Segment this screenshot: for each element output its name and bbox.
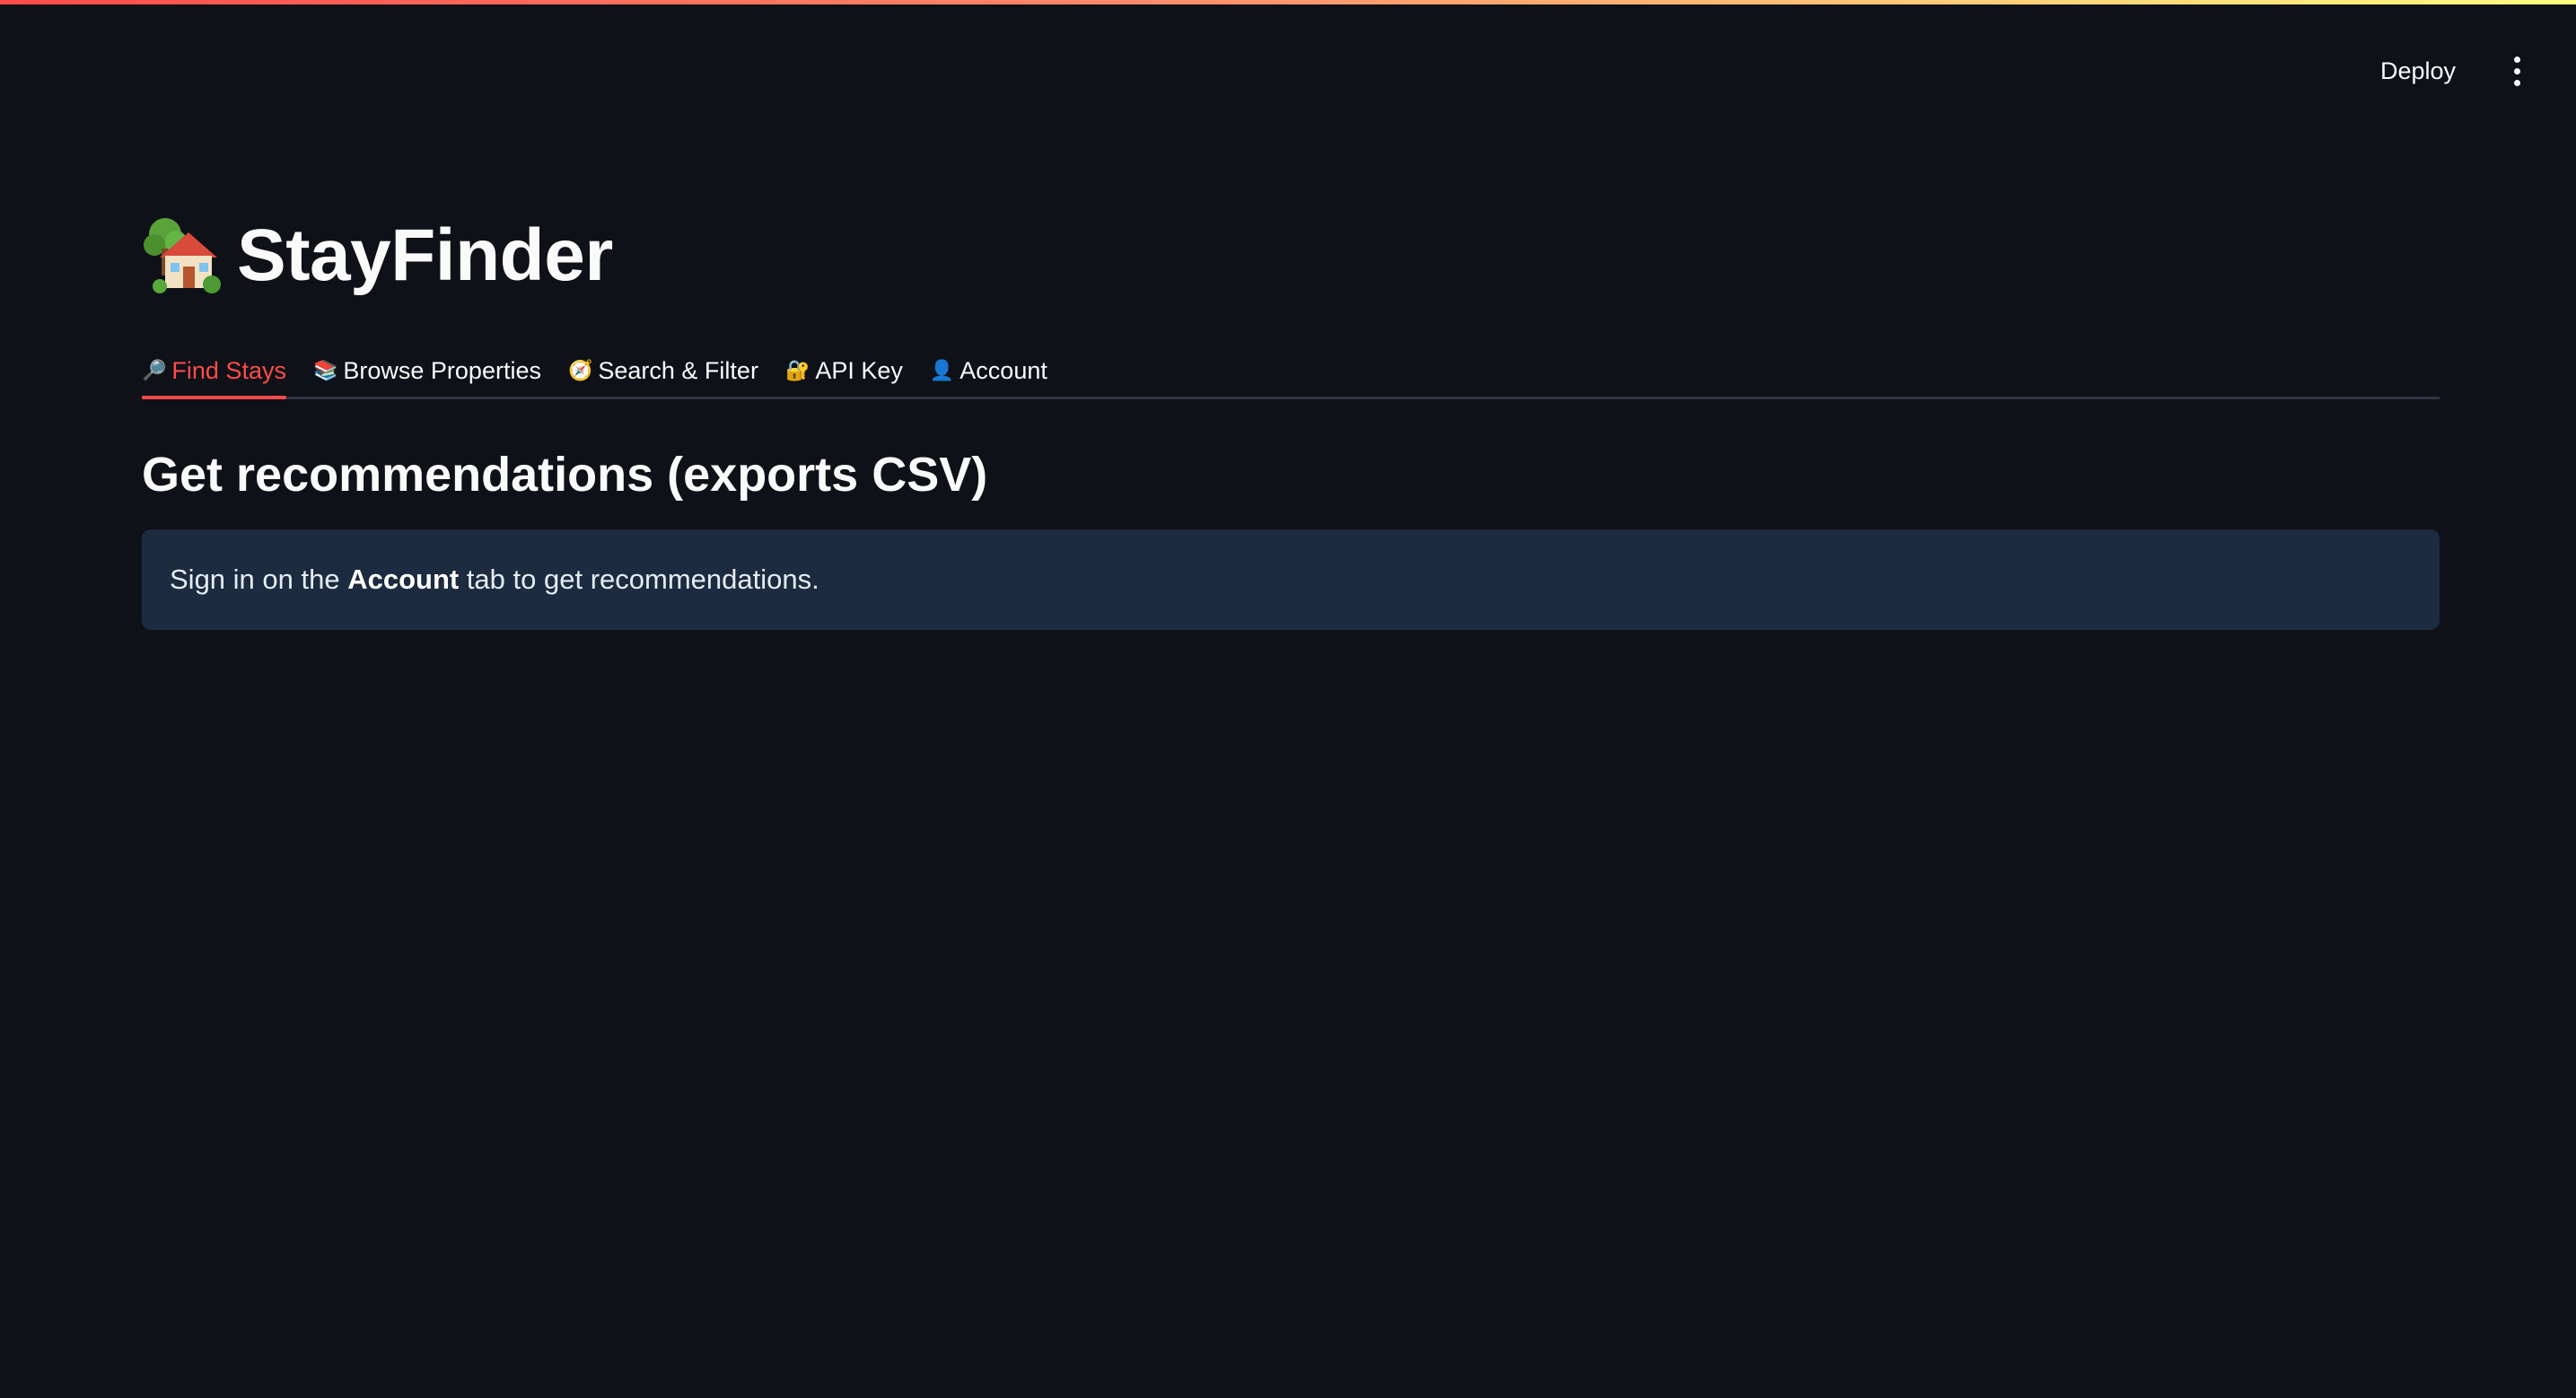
kebab-dot	[2513, 79, 2520, 86]
tab-label: Account	[959, 356, 1047, 384]
info-text-prefix: Sign in on the	[170, 563, 348, 595]
compass-icon: 🧭	[567, 359, 593, 381]
lock-key-icon: 🔐	[784, 359, 810, 381]
deploy-button[interactable]: Deploy	[2364, 46, 2472, 96]
kebab-dot	[2513, 56, 2520, 63]
tab-label: API Key	[815, 356, 903, 384]
tab-label: Search & Filter	[598, 356, 758, 384]
tab-bar: 🔎 Find Stays 📚 Browse Properties 🧭 Search & F…	[142, 341, 2440, 399]
tab-browse-properties[interactable]: 📚 Browse Properties	[313, 345, 541, 397]
info-text-emphasis: Account	[347, 563, 460, 595]
tab-search-filter[interactable]: 🧭 Search & Filter	[568, 345, 758, 397]
tab-account[interactable]: 👤 Account	[930, 345, 1047, 397]
kebab-dot	[2513, 67, 2520, 74]
section-heading: Get recommendations (exports CSV)	[142, 448, 988, 502]
house-with-garden-icon	[144, 218, 221, 293]
user-silhouette-icon: 👤	[929, 359, 955, 381]
tab-api-key[interactable]: 🔐 API Key	[785, 345, 903, 397]
tab-find-stays[interactable]: 🔎 Find Stays	[142, 345, 286, 399]
main-content: StayFinder 🔎 Find Stays 📚 Browse Properties…	[142, 206, 2440, 630]
page-title: StayFinder	[237, 214, 613, 296]
info-text-suffix: tab to get recommendations.	[459, 563, 819, 595]
magnifier-icon: 🔎	[142, 359, 167, 381]
books-icon: 📚	[312, 359, 338, 381]
page-title-row: StayFinder	[142, 206, 2440, 305]
app-header: Deploy	[0, 4, 2576, 130]
info-alert: Sign in on the Account tab to get recomm…	[142, 529, 2440, 630]
kebab-menu-icon[interactable]	[2499, 51, 2535, 91]
tab-label: Find Stays	[171, 356, 286, 384]
tab-label: Browse Properties	[343, 356, 541, 384]
